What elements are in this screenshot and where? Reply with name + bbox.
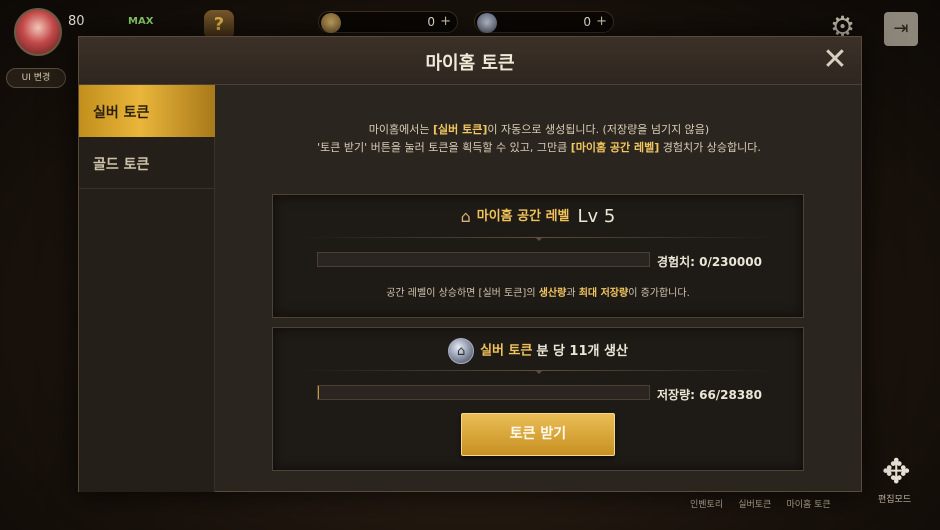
add-gold-icon[interactable]: + (440, 14, 451, 29)
max-badge: MAX (128, 16, 154, 27)
space-level-value: Lv 5 (577, 206, 616, 227)
production-panel: ⌂ 실버 토큰 분 당 11개 생산 저장량: 66/28380 토큰 받기 (272, 327, 804, 471)
add-silver-icon[interactable]: + (596, 14, 607, 29)
dialog-header: 마이홈 토큰 ✕ (79, 37, 861, 85)
desc-text: 이 자동으로 생성됩니다. (저장량을 넘기지 않음) (487, 123, 710, 136)
tab-silver-token[interactable]: 실버 토큰 (79, 85, 215, 137)
tab-gold-token[interactable]: 골드 토큰 (79, 137, 215, 189)
desc-text: 마이홈에서는 (368, 123, 433, 136)
production-header: ⌂ 실버 토큰 분 당 11개 생산 (273, 338, 803, 364)
player-level: 80 (68, 14, 85, 29)
hud-top-bar: 80 MAX ? 0 + 0 + ⚙ ⇥ (0, 0, 940, 56)
divider (303, 237, 775, 241)
token-tabs: 실버 토큰 골드 토큰 (79, 85, 215, 492)
exp-text: 경험치: 0/230000 (657, 255, 762, 269)
silver-amount: 0 (583, 15, 591, 29)
level-note: 공간 레벨이 상승하면 [실버 토큰]의 생산량과 최대 저장량이 증가합니다. (273, 284, 803, 299)
player-avatar[interactable] (14, 8, 62, 56)
note-text: 이 증가합니다. (628, 288, 690, 299)
dialog-title: 마이홈 토큰 (425, 53, 515, 74)
gold-amount: 0 (427, 15, 435, 29)
silver-token-icon: ⌂ (448, 338, 475, 364)
move-arrows-icon[interactable]: ✥ (882, 452, 911, 492)
ui-edit-badge[interactable]: UI 변경 (6, 68, 66, 88)
production-rate: 분 당 11개 생산 (536, 343, 628, 359)
silver-coin-icon (477, 13, 497, 33)
desc-text: 경험치가 상승합니다. (659, 141, 761, 154)
note-highlight: 생산량 (538, 288, 567, 299)
close-icon[interactable]: ✕ (821, 45, 849, 75)
desc-highlight: [실버 토큰] (433, 123, 488, 136)
house-icon: ⌂ (460, 207, 471, 226)
tab-label: 실버 토큰 (93, 105, 150, 121)
tab-label: 골드 토큰 (93, 157, 150, 173)
bottom-menu-item[interactable]: 마이홈 토큰 (786, 497, 830, 510)
space-level-header: ⌂ 마이홈 공간 레벨 Lv 5 (273, 205, 803, 227)
note-highlight: 최대 저장량 (578, 288, 629, 299)
gold-coin-icon (321, 13, 341, 33)
divider (303, 370, 775, 374)
token-label: 실버 토큰 (480, 343, 533, 359)
desc-text: '토큰 받기' 버튼을 눌러 토큰을 획득할 수 있고, 그만큼 (317, 141, 571, 154)
space-level-panel: ⌂ 마이홈 공간 레벨 Lv 5 경험치: 0/230000 공간 레벨이 상승하면… (272, 194, 804, 318)
note-text: 공간 레벨이 상승하면 [실버 토큰]의 (386, 288, 539, 299)
space-level-title: 마이홈 공간 레벨 (476, 209, 570, 224)
exit-icon[interactable]: ⇥ (884, 12, 918, 46)
bottom-menu-item[interactable]: 실버토큰 (738, 497, 771, 510)
note-text: 과 (566, 288, 579, 299)
desc-highlight: [마이홈 공간 레벨] (570, 141, 660, 154)
myhome-token-dialog: 마이홈 토큰 ✕ 실버 토큰 골드 토큰 마이홈에서는 [실버 토큰]이 자동으… (78, 36, 862, 492)
storage-text: 저장량: 66/28380 (657, 388, 762, 402)
gold-currency: 0 + (318, 11, 458, 33)
exp-progress-bar (317, 252, 650, 267)
edit-mode-label[interactable]: 편집모드 (878, 492, 911, 505)
claim-token-button[interactable]: 토큰 받기 (461, 413, 615, 456)
description: 마이홈에서는 [실버 토큰]이 자동으로 생성됩니다. (저장량을 넘기지 않음… (216, 121, 862, 157)
bottom-menu-item[interactable]: 인벤토리 (690, 497, 723, 510)
storage-progress-bar (317, 385, 650, 400)
silver-token-content: 마이홈에서는 [실버 토큰]이 자동으로 생성됩니다. (저장량을 넘기지 않음… (216, 85, 862, 492)
silver-currency: 0 + (474, 11, 614, 33)
storage-progress-fill (318, 386, 319, 399)
